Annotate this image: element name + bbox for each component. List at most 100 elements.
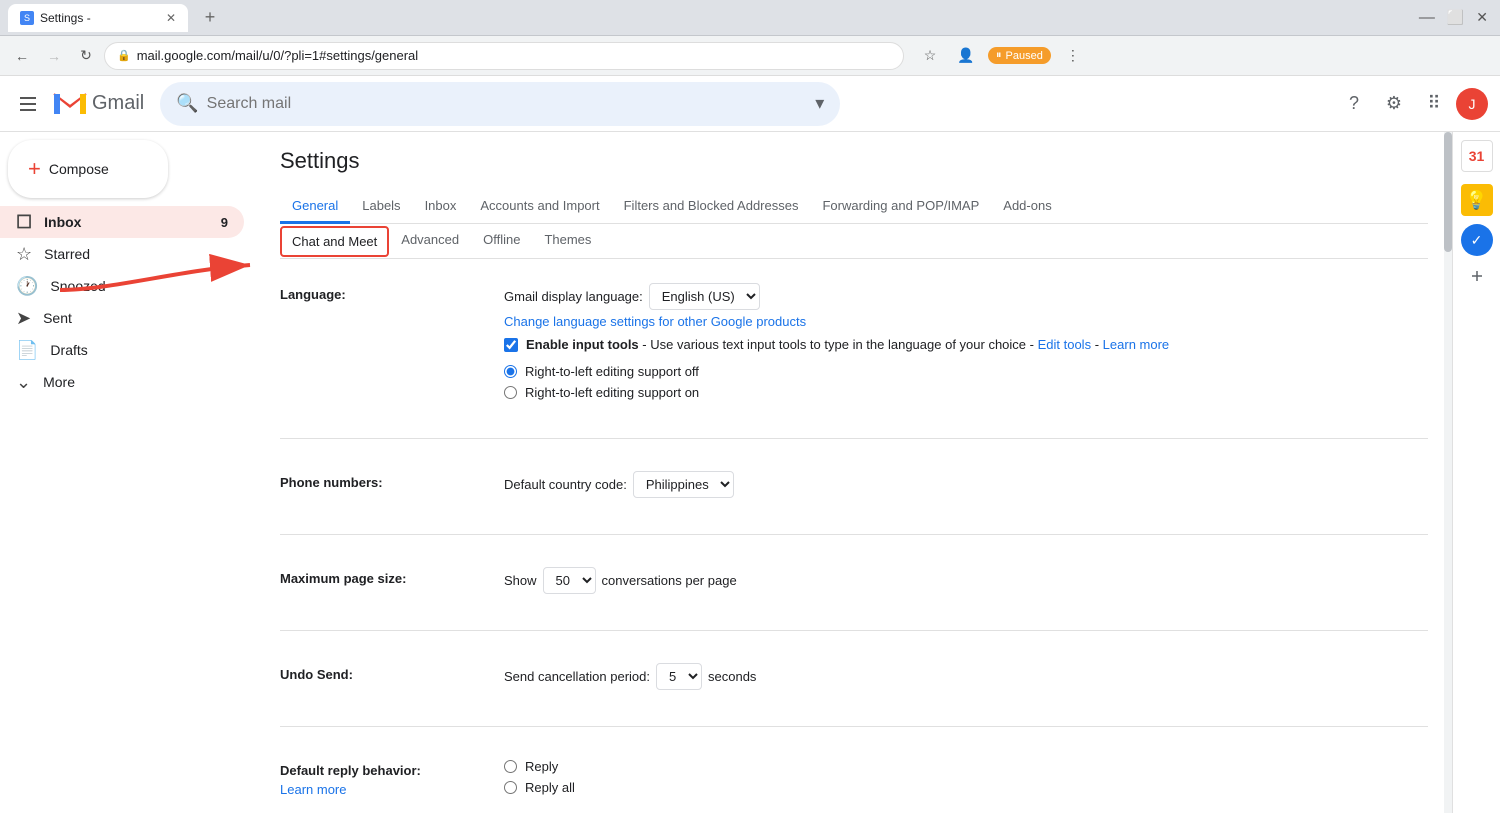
language-value: Gmail display language: English (US) Cha… bbox=[504, 283, 1428, 406]
default-reply-learn-more[interactable]: Learn more bbox=[280, 782, 480, 797]
reply-radio[interactable] bbox=[504, 760, 517, 773]
expand-icon bbox=[1469, 268, 1485, 284]
tab-inbox[interactable]: Inbox bbox=[413, 190, 469, 224]
calendar-widget[interactable]: 31 bbox=[1461, 140, 1493, 172]
apps-icon[interactable]: ⠿ bbox=[1416, 86, 1452, 122]
starred-label: Starred bbox=[44, 246, 228, 262]
more-label: More bbox=[43, 374, 228, 390]
tab-themes[interactable]: Themes bbox=[532, 224, 603, 258]
tab-labels[interactable]: Labels bbox=[350, 190, 412, 224]
gmail-m-icon bbox=[52, 90, 88, 118]
profile-icon[interactable]: 👤 bbox=[952, 42, 980, 70]
search-input[interactable] bbox=[207, 95, 808, 113]
settings-content: Language: Gmail display language: Englis… bbox=[280, 259, 1428, 813]
language-setting-row: Language: Gmail display language: Englis… bbox=[280, 283, 1428, 406]
scroll-track bbox=[1444, 132, 1452, 813]
close-button[interactable]: ✕ bbox=[1472, 9, 1492, 26]
tab-close-button[interactable]: ✕ bbox=[166, 11, 176, 25]
country-select[interactable]: Philippines bbox=[633, 471, 734, 498]
gmail-wordmark: Gmail bbox=[92, 92, 144, 115]
address-bar[interactable]: 🔒 mail.google.com/mail/u/0/?pli=1#settin… bbox=[104, 42, 904, 70]
tab-advanced[interactable]: Advanced bbox=[389, 224, 471, 258]
sidebar-item-inbox[interactable]: ☐ Inbox 9 bbox=[0, 206, 244, 238]
rtl-off-row: Right-to-left editing support off bbox=[504, 364, 1428, 379]
scroll-thumb[interactable] bbox=[1444, 132, 1452, 252]
rtl-off-radio[interactable] bbox=[504, 365, 517, 378]
sidebar-item-sent[interactable]: ➤ Sent bbox=[0, 302, 244, 334]
language-display-row: Gmail display language: English (US) bbox=[504, 283, 1428, 310]
page-size-inline: Show 50 conversations per page bbox=[504, 567, 1428, 594]
settings-tabs: General Labels Inbox Accounts and Import… bbox=[280, 190, 1428, 259]
reload-button[interactable]: ↻ bbox=[72, 42, 100, 70]
seconds-label: seconds bbox=[708, 669, 756, 684]
tab-addons[interactable]: Add-ons bbox=[991, 190, 1063, 224]
compose-button[interactable]: + Compose bbox=[8, 140, 168, 198]
browser-tab[interactable]: S Settings - ✕ bbox=[8, 4, 188, 32]
change-language-link[interactable]: Change language settings for other Googl… bbox=[504, 314, 1428, 329]
phone-value: Default country code: Philippines bbox=[504, 471, 1428, 502]
tab-chat-meet[interactable]: Chat and Meet bbox=[280, 226, 389, 257]
edit-tools-link[interactable]: Edit tools bbox=[1038, 337, 1091, 352]
undo-send-value: Send cancellation period: 5 seconds bbox=[504, 663, 1428, 694]
show-label: Show bbox=[504, 573, 537, 588]
language-select[interactable]: English (US) bbox=[649, 283, 760, 310]
sent-icon: ➤ bbox=[16, 308, 31, 329]
back-button[interactable]: ← bbox=[8, 42, 36, 70]
sidebar-item-more[interactable]: ⌄ More bbox=[0, 366, 244, 398]
cancellation-period-select[interactable]: 5 bbox=[656, 663, 702, 690]
reply-all-radio[interactable] bbox=[504, 781, 517, 794]
sidebar: + Compose ☐ Inbox 9 ☆ Starred 🕐 Snoozed … bbox=[0, 132, 256, 813]
forward-button[interactable]: → bbox=[40, 42, 68, 70]
rtl-options: Right-to-left editing support off Right-… bbox=[504, 364, 1428, 400]
sidebar-item-drafts[interactable]: 📄 Drafts bbox=[0, 334, 244, 366]
expand-panel-button[interactable] bbox=[1469, 268, 1485, 287]
hamburger-menu[interactable] bbox=[12, 88, 44, 120]
page-size-select[interactable]: 50 bbox=[543, 567, 596, 594]
tasks-widget[interactable]: ✓ bbox=[1461, 224, 1493, 256]
bookmark-icon[interactable]: ☆ bbox=[916, 42, 944, 70]
enable-input-tools-row: Enable input tools - Use various text in… bbox=[504, 337, 1428, 352]
new-tab-button[interactable]: + bbox=[196, 4, 224, 32]
tab-forwarding-pop[interactable]: Forwarding and POP/IMAP bbox=[810, 190, 991, 224]
inbox-icon: ☐ bbox=[16, 212, 32, 233]
sidebar-item-snoozed[interactable]: 🕐 Snoozed bbox=[0, 270, 244, 302]
paused-badge: ⏸ Paused bbox=[988, 47, 1051, 64]
reply-all-label: Reply all bbox=[525, 780, 575, 795]
right-panel: 31 💡 ✓ bbox=[1452, 132, 1500, 813]
help-icon[interactable]: ? bbox=[1336, 86, 1372, 122]
avatar[interactable]: J bbox=[1456, 88, 1488, 120]
page-size-row: Maximum page size: Show 50 conversations… bbox=[280, 567, 1428, 598]
main-area: + Compose ☐ Inbox 9 ☆ Starred 🕐 Snoozed … bbox=[0, 132, 1500, 813]
enable-input-tools-checkbox[interactable] bbox=[504, 338, 518, 352]
phone-country-row: Default country code: Philippines bbox=[504, 471, 1428, 498]
reply-label: Reply bbox=[525, 759, 558, 774]
settings-icon[interactable]: ⚙ bbox=[1376, 86, 1412, 122]
inbox-count: 9 bbox=[221, 215, 228, 230]
undo-send-row: Undo Send: Send cancellation period: 5 s… bbox=[280, 663, 1428, 694]
menu-button[interactable]: ⋮ bbox=[1059, 42, 1087, 70]
tab-filters-blocked[interactable]: Filters and Blocked Addresses bbox=[612, 190, 811, 224]
rtl-off-label: Right-to-left editing support off bbox=[525, 364, 699, 379]
minimize-button[interactable]: — bbox=[1415, 9, 1439, 27]
sidebar-item-starred[interactable]: ☆ Starred bbox=[0, 238, 244, 270]
more-icon: ⌄ bbox=[16, 372, 31, 393]
tab-offline[interactable]: Offline bbox=[471, 224, 532, 258]
search-dropdown-icon[interactable]: ▾ bbox=[815, 93, 824, 114]
learn-more-language-link[interactable]: Learn more bbox=[1103, 337, 1169, 352]
rtl-on-label: Right-to-left editing support on bbox=[525, 385, 699, 400]
tab-general[interactable]: General bbox=[280, 190, 350, 224]
compose-plus-icon: + bbox=[28, 156, 41, 182]
dash-after: - bbox=[1095, 337, 1099, 352]
header-right: ? ⚙ ⠿ J bbox=[1336, 86, 1488, 122]
tab-accounts-import[interactable]: Accounts and Import bbox=[468, 190, 611, 224]
search-bar[interactable]: 🔍 ▾ bbox=[160, 82, 840, 126]
compose-label: Compose bbox=[49, 161, 109, 177]
keep-widget[interactable]: 💡 bbox=[1461, 184, 1493, 216]
maximize-button[interactable]: ⬜ bbox=[1443, 9, 1468, 26]
gmail-logo: Gmail bbox=[52, 90, 144, 118]
default-country-label: Default country code: bbox=[504, 477, 627, 492]
page-size-label: Maximum page size: bbox=[280, 567, 480, 586]
inbox-label: Inbox bbox=[44, 214, 209, 230]
rtl-on-radio[interactable] bbox=[504, 386, 517, 399]
divider-2 bbox=[280, 534, 1428, 535]
